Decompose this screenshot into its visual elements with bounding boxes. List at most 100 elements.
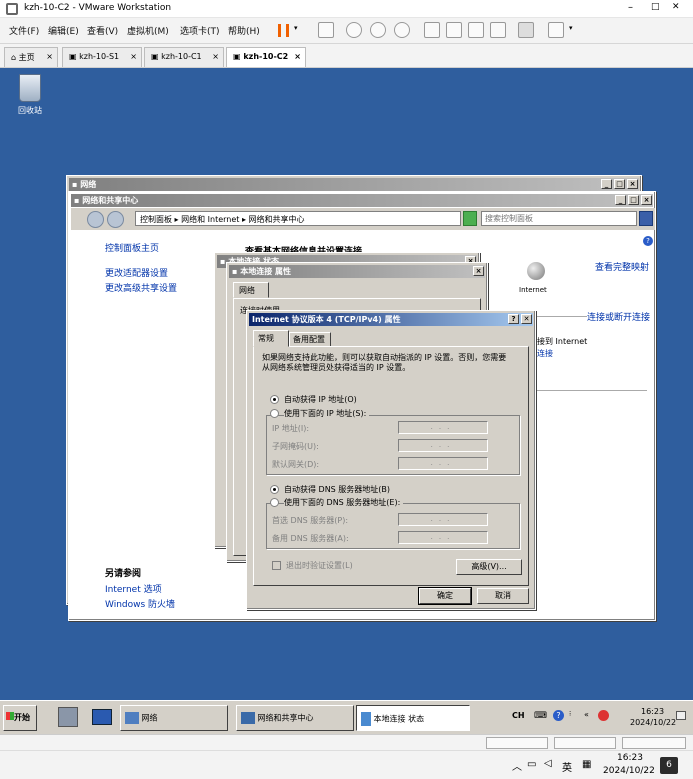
menu-view[interactable]: 查看(V) [87, 24, 118, 37]
ipv4-titlebar[interactable]: Internet 协议版本 4 (TCP/IPv4) 属性 ? ✕ [249, 313, 533, 326]
close-button[interactable]: × [473, 266, 484, 276]
stretch-icon[interactable] [548, 22, 564, 38]
cancel-button[interactable]: 取消 [477, 588, 529, 604]
maximize-button[interactable]: □ [628, 195, 639, 205]
status-button[interactable] [622, 737, 686, 749]
menu-edit[interactable]: 编辑(E) [48, 24, 79, 37]
unity-icon[interactable] [490, 22, 506, 38]
tab-close-icon[interactable]: × [46, 52, 53, 61]
taskbar-item-network[interactable]: 网络 [120, 705, 228, 731]
search-input[interactable] [481, 211, 637, 226]
link-change-adapter[interactable]: 更改适配器设置 [105, 266, 168, 279]
notification-badge[interactable]: 6 [660, 757, 678, 774]
thumbnail-view-icon[interactable] [446, 22, 462, 38]
validate-checkbox[interactable] [272, 561, 281, 570]
show-desktop-icon[interactable] [676, 711, 686, 720]
tab-kzh-10-c1[interactable]: ▣ kzh-10-C1 × [144, 47, 224, 67]
host-ime-indicator[interactable]: 英 [562, 759, 572, 774]
ip-address-field[interactable]: ... [398, 421, 488, 434]
taskbar-item-connection-status[interactable]: 本地连接 状态 [356, 705, 470, 731]
tab-kzh-10-s1[interactable]: ▣ kzh-10-S1 × [62, 47, 142, 67]
link-connection[interactable]: 连接 [537, 348, 553, 359]
close-button[interactable]: × [641, 195, 652, 205]
snapshot-manager-icon[interactable] [394, 22, 410, 38]
tab-general[interactable]: 常规 [253, 330, 289, 347]
recycle-bin[interactable]: 回收站 [10, 74, 50, 116]
manual-ip-radio[interactable] [270, 409, 279, 418]
refresh-button[interactable] [463, 211, 477, 226]
close-button[interactable]: ✕ [672, 2, 680, 12]
help-button[interactable]: ? [508, 314, 519, 324]
tab-alternate[interactable]: 备用配置 [289, 332, 331, 347]
maximize-button[interactable]: □ [651, 2, 660, 12]
close-button[interactable]: ✕ [521, 314, 532, 324]
start-button[interactable]: 开始 [3, 705, 37, 731]
pause-icon[interactable] [278, 24, 289, 37]
stretch-dropdown-icon[interactable]: ▾ [569, 24, 573, 32]
help-icon[interactable]: ? [643, 236, 653, 246]
gateway-field[interactable]: ... [398, 457, 488, 470]
revert-snapshot-icon[interactable] [370, 22, 386, 38]
properties-titlebar[interactable]: ▪ 本地连接 属性 × [229, 265, 485, 278]
minimize-button[interactable]: – [628, 2, 633, 13]
ok-button[interactable]: 确定 [418, 587, 472, 605]
advanced-button[interactable]: 高级(V)... [456, 559, 522, 575]
pause-dropdown-icon[interactable]: ▾ [294, 24, 298, 32]
maximize-button[interactable]: □ [614, 179, 625, 189]
menu-help[interactable]: 帮助(H) [228, 24, 260, 37]
network-window-titlebar[interactable]: ▪ 网络 _ □ × [69, 178, 639, 191]
subnet-field[interactable]: ... [398, 439, 488, 452]
link-control-panel-home[interactable]: 控制面板主页 [105, 241, 159, 254]
help-icon[interactable]: ? [553, 710, 564, 721]
link-connect-disconnect[interactable]: 连接或断开连接 [587, 310, 650, 323]
tab-home[interactable]: ⌂ 主页 × [4, 47, 58, 67]
link-full-map[interactable]: 查看完整映射 [595, 260, 649, 273]
tab-network[interactable]: 网络 [233, 282, 269, 298]
close-button[interactable]: × [627, 179, 638, 189]
chevron-up-icon[interactable]: ︿ [512, 758, 522, 773]
status-button[interactable] [554, 737, 616, 749]
menu-tabs[interactable]: 选项卡(T) [180, 24, 220, 37]
nsc-titlebar[interactable]: ▪ 网络和共享中心 _ □ × [71, 194, 653, 207]
powershell-icon[interactable] [92, 709, 112, 725]
speaker-icon[interactable]: ◁ [544, 758, 552, 769]
network-error-icon[interactable] [598, 710, 609, 721]
auto-ip-radio[interactable] [270, 395, 279, 404]
link-internet-options[interactable]: Internet 选项 [105, 582, 162, 595]
server-manager-icon[interactable] [58, 707, 78, 727]
clock-date[interactable]: 2024/10/22 [630, 718, 676, 727]
link-advanced-sharing[interactable]: 更改高级共享设置 [105, 281, 177, 294]
tab-close-icon[interactable]: × [294, 52, 301, 61]
snapshot-icon[interactable] [346, 22, 362, 38]
fullscreen-icon[interactable] [468, 22, 484, 38]
minimize-button[interactable]: _ [601, 179, 612, 189]
link-windows-firewall[interactable]: Windows 防火墙 [105, 597, 175, 610]
tray-expand-icon[interactable]: « [584, 710, 589, 719]
console-icon[interactable] [518, 22, 534, 38]
clock-time[interactable]: 16:23 [641, 707, 664, 716]
status-button[interactable] [486, 737, 548, 749]
options-icon[interactable]: ⁝ [569, 710, 571, 718]
tab-close-icon[interactable]: × [212, 52, 219, 61]
host-clock-date[interactable]: 2024/10/22 [603, 766, 655, 776]
host-clock-time[interactable]: 16:23 [617, 753, 643, 763]
minimize-button[interactable]: _ [615, 195, 626, 205]
menu-file[interactable]: 文件(F) [9, 24, 39, 37]
tab-kzh-10-c2[interactable]: ▣ kzh-10-C2 × [226, 47, 306, 67]
menu-vm[interactable]: 虚拟机(M) [127, 24, 169, 37]
sidebar-view-icon[interactable] [424, 22, 440, 38]
preferred-dns-field[interactable]: ... [398, 513, 488, 526]
auto-dns-radio[interactable] [270, 485, 279, 494]
ime-indicator[interactable]: CH [512, 711, 525, 720]
back-button[interactable] [87, 211, 104, 228]
input-method-icon[interactable]: ▦ [582, 759, 591, 770]
send-ctrl-alt-del-icon[interactable] [318, 22, 334, 38]
chat-icon[interactable]: ▭ [527, 759, 536, 770]
tab-close-icon[interactable]: × [130, 52, 137, 61]
search-icon[interactable] [639, 211, 653, 226]
keyboard-icon[interactable]: ⌨ [534, 711, 547, 721]
manual-dns-radio[interactable] [270, 498, 279, 507]
forward-button[interactable] [107, 211, 124, 228]
alternate-dns-field[interactable]: ... [398, 531, 488, 544]
taskbar-item-sharing-center[interactable]: 网络和共享中心 [236, 705, 354, 731]
